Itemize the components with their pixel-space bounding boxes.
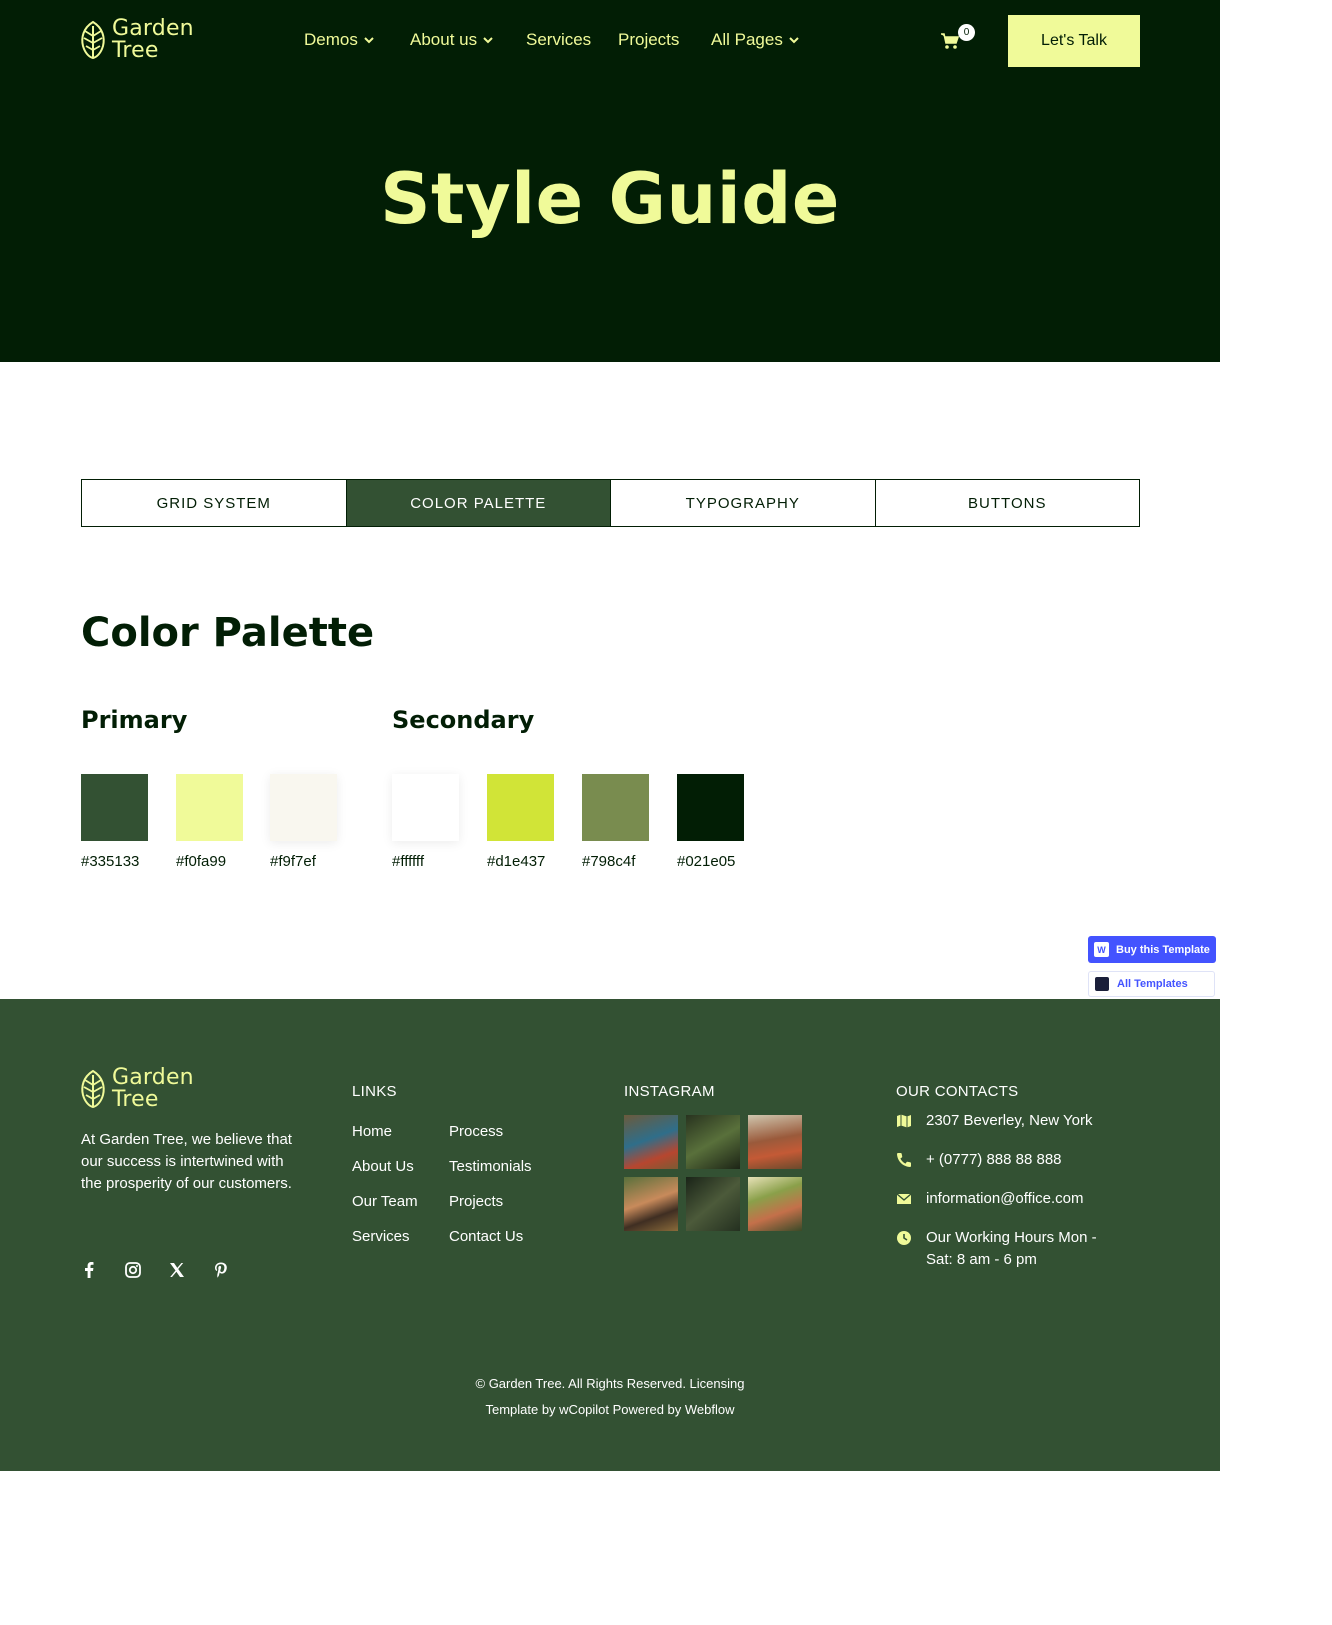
buy-template-button[interactable]: W Buy this Template [1088, 936, 1216, 963]
brand-name-line1: Garden [112, 16, 194, 41]
brand-name: Garden Tree [112, 18, 194, 62]
swatch-label: #f0fa99 [176, 853, 227, 870]
footer-link-about-us[interactable]: About Us [352, 1158, 414, 1175]
chevron-down-icon [483, 36, 493, 43]
swatch-secondary-1 [392, 774, 459, 841]
nav-label: Projects [618, 30, 680, 49]
clock-icon [897, 1231, 911, 1245]
nav-item-services[interactable]: Services [526, 30, 591, 50]
contact-email-text[interactable]: information@office.com [926, 1188, 1084, 1210]
contact-hours-text: Our Working Hours Mon - Sat: 8 am - 6 pm [926, 1229, 1097, 1268]
swatch-secondary-2 [487, 774, 554, 841]
nav-item-demos[interactable]: Demos [304, 30, 374, 50]
brand-name-line2: Tree [112, 38, 159, 63]
all-templates-label: All Templates [1117, 978, 1188, 990]
instagram-icon[interactable] [125, 1262, 141, 1278]
contact-address: 2307 Beverley, New York [896, 1110, 1111, 1132]
footer-brand-logo[interactable]: Garden Tree [80, 1067, 194, 1111]
contacts-title: OUR CONTACTS [896, 1083, 1019, 1100]
all-templates-button[interactable]: All Templates [1088, 971, 1215, 997]
style-guide-tabs: GRID SYSTEM COLOR PALETTE TYPOGRAPHY BUT… [81, 479, 1140, 527]
social-links [81, 1262, 229, 1278]
pinterest-icon[interactable] [213, 1262, 229, 1278]
footer-link-services[interactable]: Services [352, 1228, 410, 1245]
footer-link-our-team[interactable]: Our Team [352, 1193, 418, 1210]
contact-address-text: 2307 Beverley, New York [926, 1112, 1093, 1129]
templates-icon [1095, 977, 1109, 991]
x-icon[interactable] [169, 1262, 185, 1278]
swatch-label: #d1e437 [487, 853, 546, 870]
swatch-primary-1 [81, 774, 148, 841]
cart-count-badge: 0 [958, 24, 975, 41]
instagram-photo-3[interactable] [748, 1115, 802, 1169]
swatch-label: #798c4f [582, 853, 636, 870]
copyright-line-1: © Garden Tree. All Rights Reserved. Lice… [475, 1376, 745, 1391]
instagram-photo-6[interactable] [748, 1177, 802, 1231]
swatch-primary-2 [176, 774, 243, 841]
chevron-down-icon [789, 36, 799, 43]
swatch-label: #021e05 [677, 853, 736, 870]
instagram-title: INSTAGRAM [624, 1083, 715, 1100]
cart-icon[interactable] [940, 32, 960, 50]
brand-name-line2: Tree [112, 1087, 159, 1112]
swatch-primary-3 [270, 774, 337, 841]
tab-typography[interactable]: TYPOGRAPHY [611, 480, 876, 526]
page-title: Style Guide [380, 158, 840, 240]
footer-about-text: At Garden Tree, we believe that our succ… [81, 1131, 292, 1192]
facebook-icon[interactable] [81, 1262, 97, 1278]
brand-name-line1: Garden [112, 1065, 194, 1090]
contact-phone: + (0777) 888 88 888 [896, 1149, 1111, 1171]
instagram-photo-5[interactable] [686, 1177, 740, 1231]
nav-item-projects[interactable]: Projects [618, 30, 679, 50]
section-title: Color Palette [81, 610, 375, 656]
nav-label: Demos [304, 30, 358, 49]
contact-email: information@office.com [896, 1188, 1111, 1210]
phone-icon [897, 1153, 911, 1167]
nav-label: About us [410, 30, 478, 49]
tab-color-palette[interactable]: COLOR PALETTE [346, 480, 611, 526]
footer-link-contact-us[interactable]: Contact Us [449, 1228, 523, 1245]
buy-template-label: Buy this Template [1116, 943, 1210, 956]
footer-link-process[interactable]: Process [449, 1123, 503, 1140]
copyright-line-2: Template by wCopilot Powered by Webflow [485, 1402, 735, 1417]
lets-talk-button[interactable]: Let's Talk [1008, 15, 1140, 67]
leaf-logo-icon [81, 1069, 105, 1109]
site-footer: Garden Tree At Garden Tree, we believe t… [0, 999, 1220, 1471]
brand-name: Garden Tree [112, 1067, 194, 1111]
copyright: © Garden Tree. All Rights Reserved. Lice… [0, 1371, 1220, 1423]
hero-header: Garden Tree Demos About us Services Proj… [0, 0, 1220, 362]
links-title: LINKS [352, 1083, 397, 1100]
webflow-icon: W [1094, 942, 1109, 957]
contact-phone-text: + (0777) 888 88 888 [926, 1151, 1062, 1168]
instagram-photo-1[interactable] [624, 1115, 678, 1169]
footer-link-projects[interactable]: Projects [449, 1193, 503, 1210]
swatch-label: #ffffff [392, 853, 424, 870]
swatch-label: #f9f7ef [270, 853, 316, 870]
footer-link-home[interactable]: Home [352, 1123, 392, 1140]
instagram-photo-2[interactable] [686, 1115, 740, 1169]
tab-grid-system[interactable]: GRID SYSTEM [82, 480, 347, 526]
nav-item-about-us[interactable]: About us [410, 30, 493, 50]
brand-logo[interactable]: Garden Tree [80, 18, 194, 62]
tab-buttons[interactable]: BUTTONS [876, 480, 1140, 526]
nav-label: All Pages [711, 30, 783, 49]
swatch-secondary-4 [677, 774, 744, 841]
instagram-photo-4[interactable] [624, 1177, 678, 1231]
primary-title: Primary [81, 706, 188, 734]
map-icon [897, 1114, 911, 1128]
mail-icon [896, 1193, 912, 1204]
swatch-secondary-3 [582, 774, 649, 841]
chevron-down-icon [364, 36, 374, 43]
leaf-logo-icon [81, 20, 105, 60]
contact-hours: Our Working Hours Mon - Sat: 8 am - 6 pm [896, 1227, 1111, 1271]
secondary-title: Secondary [392, 706, 535, 734]
swatch-label: #335133 [81, 853, 140, 870]
nav-label: Services [526, 30, 592, 49]
nav-item-all-pages[interactable]: All Pages [711, 30, 799, 50]
footer-link-testimonials[interactable]: Testimonials [449, 1158, 532, 1175]
